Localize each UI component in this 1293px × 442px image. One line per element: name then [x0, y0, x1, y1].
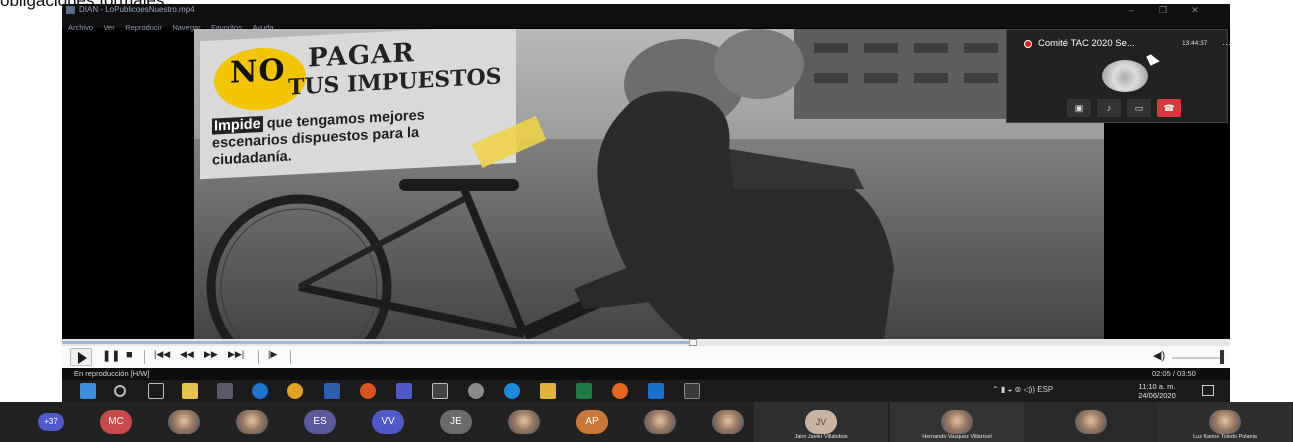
pause-icon[interactable]: ❚❚ [102, 349, 120, 362]
sign-no: NO [230, 52, 286, 91]
camera-app-icon[interactable] [217, 383, 233, 399]
edge-icon[interactable] [252, 383, 268, 399]
recording-icon [1024, 40, 1032, 48]
share-screen-icon[interactable]: ▭ [1127, 99, 1151, 117]
fast-forward-icon[interactable]: ▶▶ [204, 349, 218, 360]
search-icon[interactable] [114, 385, 126, 397]
participant-initials-avatar[interactable]: VV [372, 410, 404, 434]
menu-ver[interactable]: Ver [103, 22, 114, 33]
participant-initials-avatar: JV [805, 410, 837, 434]
task-view-icon[interactable] [148, 383, 164, 399]
participant-photo-avatar[interactable] [712, 410, 744, 434]
participant-tile[interactable]: Hernando Vasquez Villarruel [890, 402, 1024, 442]
taskbar-clock[interactable]: 11:10 a. m. 24/06/2020 [1128, 382, 1186, 400]
sign-body: Impide que tengamos mejores escenarios d… [212, 103, 502, 169]
meeting-title: Comité TAC 2020 Se... [1038, 38, 1135, 49]
meeting-timer: 13:44:37 [1182, 40, 1208, 47]
seek-progress [62, 341, 693, 344]
outlook-icon[interactable] [648, 383, 664, 399]
participant-name: Luz Karine Toledo Polania [1193, 434, 1257, 440]
participant-initials-avatar[interactable]: MC [100, 410, 132, 434]
menubar: Archivo Ver Reproducir Navegar Favoritos… [62, 17, 1230, 32]
volume-knob[interactable] [1220, 350, 1224, 364]
chrome-icon[interactable] [287, 383, 303, 399]
playback-status: En reproducción [H/W] [74, 369, 150, 378]
play-button[interactable] [70, 348, 92, 366]
next-icon[interactable]: ▶▶| [228, 349, 244, 360]
word-icon[interactable] [324, 383, 340, 399]
participant-initials-avatar[interactable]: ES [304, 410, 336, 434]
microphone-icon[interactable]: ♪ [1097, 99, 1121, 117]
participant-photo-avatar[interactable] [236, 410, 268, 434]
participant-name: Jairo Javier Villalobos [794, 434, 848, 440]
seek-bar[interactable] [62, 339, 1230, 346]
firefox-icon[interactable] [612, 383, 628, 399]
sign-highlight: Impide [212, 115, 263, 135]
player-statusbar: En reproducción [H/W] 02:05 / 03:50 [62, 368, 1230, 380]
participants-strip: +37 JV Jairo Javier Villalobos Hernando … [0, 402, 1293, 442]
start-icon[interactable] [80, 383, 96, 399]
playback-time: 02:05 / 03:50 [1152, 369, 1196, 378]
media-player-icon [66, 6, 75, 14]
participant-photo-avatar[interactable] [168, 410, 200, 434]
more-participants-badge[interactable]: +37 [38, 413, 64, 431]
video-person [574, 91, 894, 339]
participant-tile[interactable]: Luz Karine Toledo Polania [1158, 402, 1292, 442]
participant-initials-avatar[interactable]: JE [440, 410, 472, 434]
divider [258, 350, 259, 364]
clock-date: 24/06/2020 [1138, 391, 1176, 400]
shared-screen: DIAN - LoPublicoesNuestro.mp4 – ❐ ✕ Arch… [62, 4, 1230, 402]
rewind-icon[interactable]: ◀◀ [180, 349, 194, 360]
participant-initials-avatar[interactable]: AP [576, 410, 608, 434]
meeting-mini-window[interactable]: Comité TAC 2020 Se... 13:44:37 … ▣ ♪ ▭ ☎ [1006, 29, 1230, 123]
participant-photo-avatar[interactable] [508, 410, 540, 434]
camera-icon[interactable]: ▣ [1067, 99, 1091, 117]
participant-name: Hernando Vasquez Villarruel [922, 434, 992, 440]
store-icon[interactable] [182, 383, 198, 399]
player-controls: ❚❚ ■ |◀◀ ◀◀ ▶▶ ▶▶| |▶ ◀) [62, 346, 1230, 368]
menu-archivo[interactable]: Archivo [68, 22, 93, 33]
excel-icon[interactable] [576, 383, 592, 399]
participant-tile[interactable]: JV Jairo Javier Villalobos [754, 402, 888, 442]
promo-sign: NO PAGAR TUS IMPUESTOS Impide que tengam… [200, 29, 516, 180]
participant-tile[interactable] [1024, 402, 1158, 442]
volume-icon[interactable]: ◀) [1153, 349, 1165, 362]
windows-taskbar: ⌃ ▮ ◒ ⊚ ◁)) ESP 11:10 a. m. 24/06/2020 [62, 380, 1230, 402]
divider [144, 350, 145, 364]
close-button[interactable]: ✕ [1184, 4, 1206, 17]
volume-slider[interactable] [1172, 357, 1222, 359]
participant-photo [1209, 410, 1241, 434]
screen: obligaciones formales. DIAN - LoPublicoe… [0, 0, 1293, 442]
video-frame[interactable]: NO PAGAR TUS IMPUESTOS Impide que tengam… [194, 29, 1104, 339]
clock-time: 11:10 a. m. [1138, 382, 1176, 391]
previous-icon[interactable]: |◀◀ [154, 349, 170, 360]
participant-photo [1075, 410, 1107, 434]
participant-photo-avatar[interactable] [644, 410, 676, 434]
file-explorer-icon[interactable] [540, 383, 556, 399]
stop-icon[interactable]: ■ [126, 349, 133, 361]
step-forward-icon[interactable]: |▶ [268, 349, 277, 360]
menu-reproducir[interactable]: Reproducir [125, 22, 162, 33]
calculator-icon[interactable] [432, 383, 448, 399]
internet-explorer-icon[interactable] [504, 383, 520, 399]
speaker-avatar [1102, 60, 1148, 92]
window-title: DIAN - LoPublicoesNuestro.mp4 [79, 5, 195, 14]
maximize-button[interactable]: ❐ [1152, 4, 1174, 17]
participant-photo [941, 410, 973, 434]
seek-thumb[interactable] [688, 339, 697, 346]
app-icon[interactable] [468, 383, 484, 399]
divider [290, 350, 291, 364]
player-titlebar: DIAN - LoPublicoesNuestro.mp4 – ❐ ✕ [62, 4, 1230, 17]
more-options-icon[interactable]: … [1222, 37, 1230, 47]
powerpoint-icon[interactable] [360, 383, 376, 399]
system-tray[interactable]: ⌃ ▮ ◒ ⊚ ◁)) ESP [992, 385, 1053, 394]
media-player-taskbar-icon[interactable] [684, 383, 700, 399]
hang-up-button[interactable]: ☎ [1157, 99, 1181, 117]
notifications-icon[interactable] [1202, 385, 1214, 396]
minimize-button[interactable]: – [1120, 4, 1142, 17]
teams-icon[interactable] [396, 383, 412, 399]
